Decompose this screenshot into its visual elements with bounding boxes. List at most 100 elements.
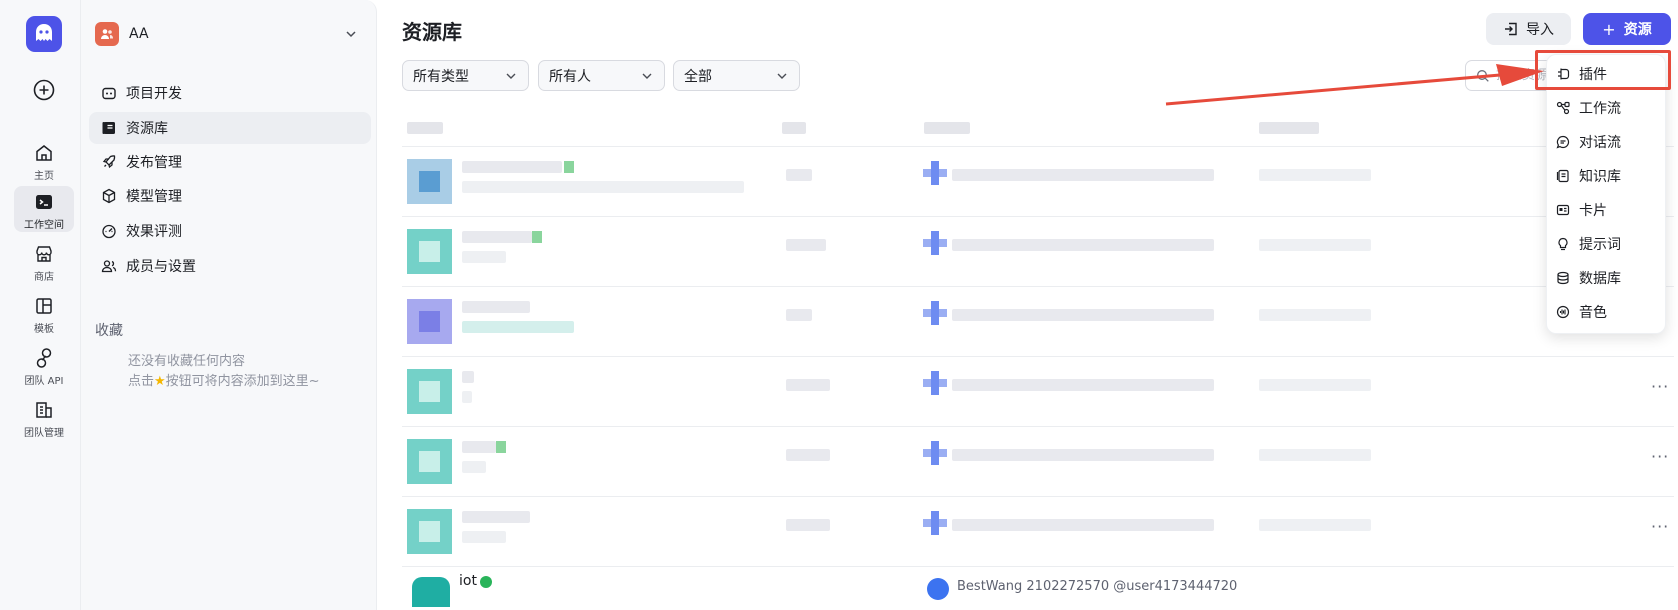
- knowledge-icon: [1556, 169, 1569, 183]
- menu-label: 工作流: [1579, 101, 1621, 117]
- nav-item-project-dev[interactable]: 项目开发: [89, 77, 371, 109]
- create-resource-button[interactable]: + 资源: [1583, 13, 1671, 45]
- rocket-icon: [102, 155, 116, 169]
- status-filter-select[interactable]: 全部: [673, 60, 800, 91]
- card-icon: [1556, 204, 1570, 216]
- rail-item-store[interactable]: 商店: [14, 238, 74, 284]
- favorites-title: 收藏: [95, 323, 123, 339]
- owner-name: BestWang 2102272570 @user4173444720: [957, 579, 1238, 594]
- favorites-empty-line1: 还没有收藏任何内容: [128, 354, 246, 369]
- rail-item-workspace[interactable]: 工作空间: [14, 186, 74, 232]
- users-icon: [101, 260, 117, 273]
- edit-time-blurred: [1259, 449, 1371, 461]
- menu-item-workflow[interactable]: 工作流: [1547, 92, 1667, 124]
- edit-time-blurred: [1259, 309, 1371, 321]
- more-actions-icon[interactable]: ···: [1651, 517, 1669, 536]
- link-icon: [36, 348, 52, 368]
- table-row[interactable]: [402, 146, 1674, 216]
- chevron-down-icon: [346, 31, 356, 38]
- rail-item-templates[interactable]: 模板: [14, 290, 74, 336]
- resource-name-blurred: [462, 441, 496, 453]
- table-row[interactable]: ···: [402, 496, 1674, 566]
- type-blurred: [786, 169, 812, 181]
- template-icon: [36, 298, 52, 314]
- resource-avatar: [407, 159, 452, 204]
- owner-blurred: [952, 379, 1214, 391]
- menu-label: 数据库: [1579, 271, 1621, 287]
- nav-item-models[interactable]: 模型管理: [89, 180, 371, 212]
- owner-blurred: [952, 309, 1214, 321]
- app-logo-icon[interactable]: [26, 16, 62, 52]
- more-actions-icon[interactable]: ···: [1651, 377, 1669, 396]
- create-resource-menu: 插件 工作流 对话流 知识库 卡片 提示词 数据库 音色: [1546, 54, 1666, 334]
- menu-item-knowledge[interactable]: 知识库: [1547, 160, 1667, 192]
- rail-item-team-management[interactable]: 团队管理: [14, 394, 74, 440]
- favorites-hint-suffix: 按钮可将内容添加到这里~: [165, 374, 320, 389]
- icon-rail: 主页 工作空间 商店 模板 团队 API 团队管理: [0, 0, 81, 610]
- menu-item-voice[interactable]: 音色: [1547, 296, 1667, 328]
- owner-avatar: [923, 301, 947, 325]
- owner-avatar: [923, 371, 947, 395]
- resource-avatar: [407, 229, 452, 274]
- table-row[interactable]: ···: [402, 426, 1674, 496]
- owner-blurred: [952, 169, 1214, 181]
- resource-name-blurred: [462, 231, 532, 243]
- annotation-highlight-box: [1535, 50, 1671, 90]
- rail-item-team-api[interactable]: 团队 API: [14, 342, 74, 388]
- voice-icon: [1556, 305, 1570, 319]
- type-filter-select[interactable]: 所有类型: [402, 60, 529, 91]
- nav-item-library[interactable]: 资源库: [89, 112, 371, 144]
- workspace-sidebar: AA 项目开发 资源库 发布管理 模型管理 效果评测 成员与设置 收藏 还没有收…: [81, 0, 377, 610]
- owner-filter-select[interactable]: 所有人: [538, 60, 665, 91]
- column-header: [407, 122, 443, 134]
- menu-label: 知识库: [1579, 169, 1621, 185]
- rail-item-home[interactable]: 主页: [14, 137, 74, 183]
- page-title: 资源库: [402, 20, 462, 44]
- table-row[interactable]: [402, 286, 1674, 356]
- column-header: [924, 122, 970, 134]
- edit-time-blurred: [1259, 519, 1371, 531]
- chevron-down-icon: [642, 73, 652, 79]
- nav-item-release[interactable]: 发布管理: [89, 146, 371, 178]
- owner-avatar: [923, 441, 947, 465]
- owner-avatar: [927, 578, 949, 600]
- nav-label: 模型管理: [126, 189, 182, 205]
- import-label: 导入: [1526, 22, 1554, 38]
- verified-check-icon: [480, 576, 492, 588]
- home-icon: [36, 145, 52, 161]
- workspace-switcher[interactable]: AA: [95, 20, 365, 48]
- nav-item-members-settings[interactable]: 成员与设置: [89, 250, 371, 282]
- menu-item-chatflow[interactable]: 对话流: [1547, 126, 1667, 158]
- store-icon: [36, 246, 52, 262]
- create-resource-label: 资源: [1623, 22, 1652, 38]
- create-plus-icon[interactable]: [33, 79, 55, 101]
- database-icon: [1557, 271, 1569, 285]
- more-actions-icon[interactable]: ···: [1651, 447, 1669, 466]
- column-header: [782, 122, 806, 134]
- nav-item-evaluation[interactable]: 效果评测: [89, 215, 371, 247]
- nav-label: 项目开发: [126, 86, 182, 102]
- nav-label: 成员与设置: [126, 259, 196, 275]
- column-header: [1259, 122, 1319, 134]
- owner-blurred: [952, 519, 1214, 531]
- table-row[interactable]: ···: [402, 356, 1674, 426]
- menu-item-database[interactable]: 数据库: [1547, 262, 1667, 294]
- resource-desc-blurred: [462, 181, 744, 193]
- library-icon: [102, 122, 115, 134]
- resource-desc-blurred: [462, 461, 486, 473]
- rail-label: 主页: [34, 171, 54, 182]
- type-blurred: [786, 309, 812, 321]
- building-icon: [36, 402, 52, 418]
- table-row[interactable]: iot BestWang 2102272570 @user4173444720: [402, 566, 1674, 610]
- type-blurred: [786, 449, 830, 461]
- menu-item-card[interactable]: 卡片: [1547, 194, 1667, 226]
- import-button[interactable]: 导入: [1486, 13, 1571, 45]
- favorites-empty-line2: 点击★按钮可将内容添加到这里~: [128, 370, 320, 389]
- resource-desc-blurred: [462, 251, 506, 263]
- table-row[interactable]: [402, 216, 1674, 286]
- menu-item-prompt[interactable]: 提示词: [1547, 228, 1667, 260]
- workflow-icon: [1556, 101, 1570, 115]
- owner-avatar: [923, 161, 947, 185]
- resource-desc-blurred: [462, 321, 574, 333]
- status-mark: [496, 441, 506, 453]
